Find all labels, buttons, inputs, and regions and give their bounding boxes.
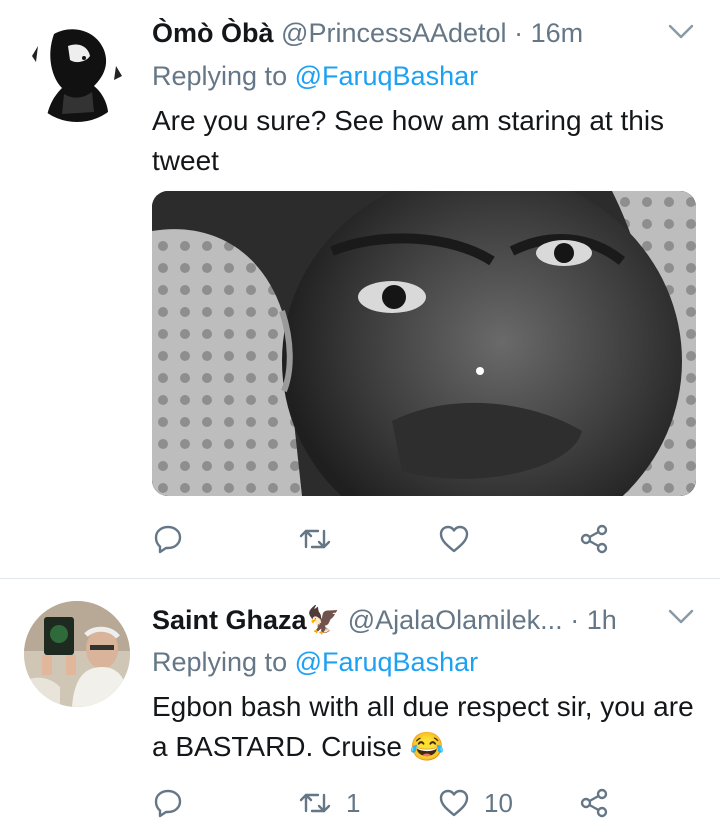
replying-to-handle[interactable]: @FaruqBashar [295, 647, 479, 677]
retweet-button[interactable] [298, 519, 346, 559]
eagle-emoji: 🦅 [306, 605, 341, 635]
chevron-down-icon[interactable] [668, 24, 694, 45]
share-icon [578, 787, 610, 819]
timestamp[interactable]: 16m [531, 18, 584, 48]
user-handle[interactable]: @PrincessAAdetol [281, 18, 507, 48]
tweet-text: Are you sure? See how am staring at this… [152, 105, 665, 176]
replying-prefix: Replying to [152, 61, 288, 91]
tweet-1[interactable]: Òmò Òbà @PrincessAAdetol · 16m Replying … [0, 0, 720, 578]
like-button[interactable] [438, 519, 484, 559]
tweet-text: Egbon bash with all due respect sir, you… [152, 687, 700, 767]
chevron-down-icon[interactable] [668, 609, 694, 630]
retweet-button[interactable]: 1 [298, 783, 360, 823]
display-name[interactable]: Òmò Òbà [152, 18, 274, 48]
separator: · [514, 18, 524, 48]
user-handle[interactable]: @AjalaOlamilek... [348, 605, 563, 635]
share-button[interactable] [578, 783, 610, 823]
reply-button[interactable] [152, 519, 198, 559]
like-count: 10 [484, 787, 513, 818]
laughing-emoji: 😂 [409, 731, 445, 762]
like-button[interactable]: 10 [438, 783, 513, 823]
tweet-header: Òmò Òbà @PrincessAAdetol · 16m [152, 16, 583, 50]
replying-to: Replying to @FaruqBashar [152, 59, 478, 93]
like-icon [438, 523, 470, 555]
reply-button[interactable] [152, 783, 198, 823]
retweet-icon [298, 787, 332, 819]
like-icon [438, 787, 470, 819]
tweet-2[interactable]: Saint Ghaza🦅 @AjalaOlamilek... · 1h Repl… [0, 579, 720, 832]
retweet-count: 1 [346, 787, 361, 818]
avatar[interactable] [24, 16, 130, 122]
display-name[interactable]: Saint Ghaza [152, 605, 307, 635]
separator: · [570, 605, 580, 635]
replying-to-handle[interactable]: @FaruqBashar [295, 61, 479, 91]
replying-to: Replying to @FaruqBashar [152, 645, 478, 679]
reply-icon [152, 787, 184, 819]
avatar[interactable] [24, 601, 130, 707]
retweet-icon [298, 523, 332, 555]
tweet-header: Saint Ghaza🦅 @AjalaOlamilek... · 1h [152, 603, 617, 637]
timestamp[interactable]: 1h [587, 605, 617, 635]
tweet-actions [152, 519, 652, 559]
reply-icon [152, 523, 184, 555]
replying-prefix: Replying to [152, 647, 288, 677]
tweet-actions: 1 10 [152, 783, 652, 823]
share-button[interactable] [578, 519, 610, 559]
tweet-media[interactable] [152, 191, 696, 496]
share-icon [578, 523, 610, 555]
